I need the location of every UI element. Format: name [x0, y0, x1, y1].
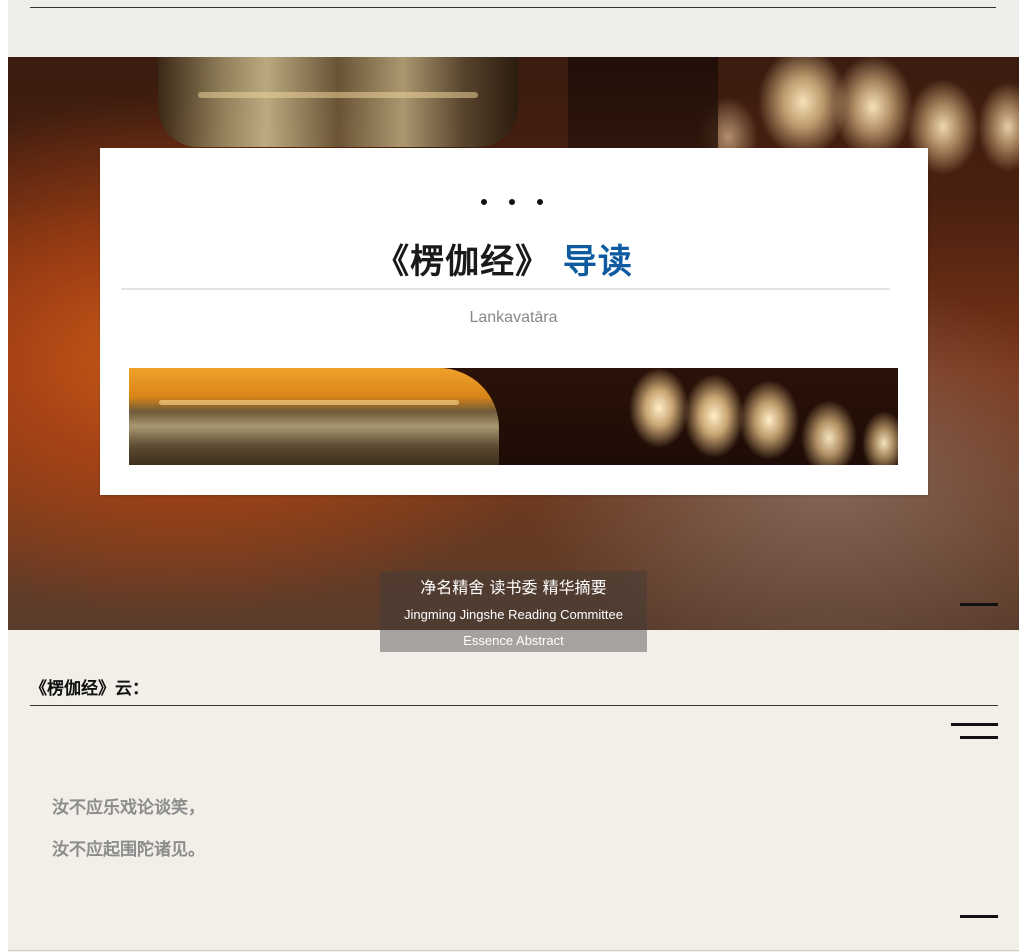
page-title: 《楞伽经》 导读: [0, 236, 1016, 288]
dash-decoration-bottom: [960, 915, 998, 918]
verse-line: 汝不应起围陀诸见。: [52, 840, 205, 860]
dash-decoration: [960, 603, 998, 606]
bottom-divider: [8, 950, 1019, 951]
double-dash-decoration-bottom: [960, 736, 998, 739]
title-main: 《楞伽经》: [375, 242, 551, 282]
quote-divider: [30, 705, 998, 706]
page-subtitle: Lankavatāra: [469, 309, 558, 326]
top-band: [8, 0, 1019, 57]
dot-icon: [481, 199, 487, 205]
title-accent: 导读: [562, 242, 633, 282]
hero-shadow: [568, 57, 718, 152]
ellipsis-decoration: [0, 190, 1024, 209]
verse-line: 汝不应乐戏论谈笑，: [52, 798, 205, 818]
caption-english-line1: Jingming Jingshe Reading Committee: [404, 607, 623, 622]
dot-icon: [537, 199, 543, 205]
title-divider: [121, 288, 890, 290]
brass-cup-image: [158, 57, 518, 147]
caption-chinese: 净名精舍 读书委 精华摘要: [420, 578, 607, 597]
dot-icon: [509, 199, 515, 205]
double-dash-decoration-top: [951, 723, 998, 726]
top-divider: [30, 7, 996, 8]
quote-label: 《楞伽经》云：: [30, 679, 149, 699]
banner-cup-image: [129, 368, 499, 465]
caption-english-line2: Essence Abstract: [463, 633, 564, 648]
banner-image: [129, 368, 898, 465]
